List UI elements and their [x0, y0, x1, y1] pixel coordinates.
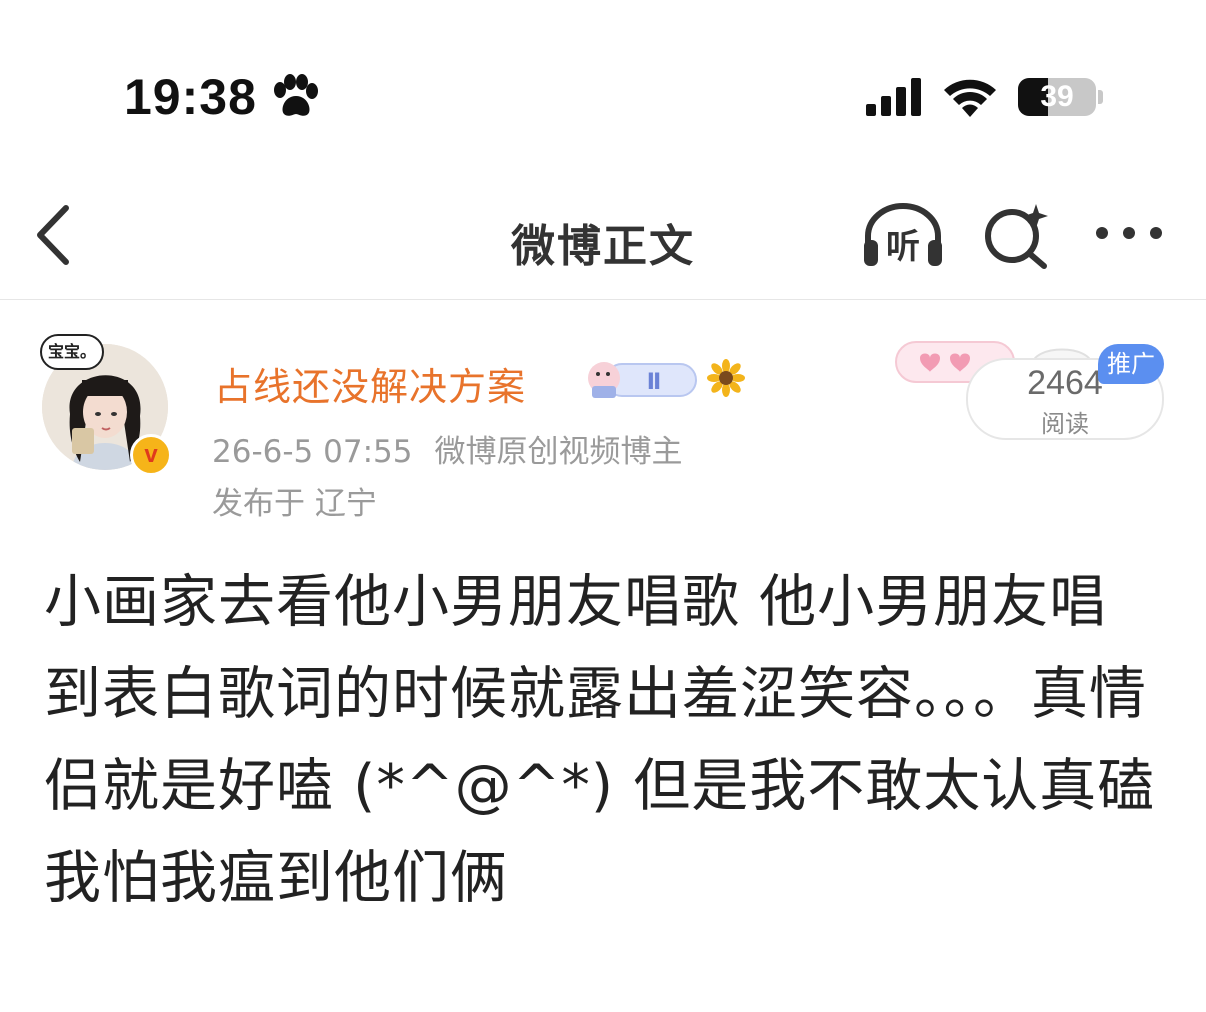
post-text: 小画家去看他小男朋友唱歌 他小男朋友唱到表白歌词的时候就露出羞涩笑容。。。真情侣… — [44, 569, 1156, 911]
author-tag[interactable]: 微博原创视频博主 — [434, 434, 682, 470]
listen-headphones-icon: 听 — [864, 203, 942, 267]
status-bar: 19:38 39 — [0, 0, 1206, 150]
post-location: 发布于 辽宁 — [212, 486, 377, 522]
more-icon[interactable] — [1092, 218, 1166, 248]
level-badge-text: Ⅱ — [647, 370, 662, 395]
battery-level: 39 — [1040, 80, 1074, 113]
post-timestamp: 26-6-5 07:55 — [212, 434, 413, 470]
promo-tag[interactable]: 推广 — [1098, 344, 1164, 384]
wifi-icon — [944, 79, 996, 117]
listen-label: 听 — [886, 227, 920, 267]
status-clock: 19:38 — [124, 69, 257, 125]
search-sparkle-icon[interactable] — [982, 200, 1052, 270]
verified-icon: v — [130, 434, 172, 476]
avatar-badge-bubble: 宝宝。 — [40, 334, 104, 370]
signal-icon — [866, 78, 921, 116]
username[interactable]: 占线还没解决方案 — [214, 356, 526, 411]
listen-button[interactable]: 听 — [860, 200, 946, 270]
read-label: 阅读 — [1041, 410, 1089, 438]
level-badge-icon: Ⅱ — [588, 362, 697, 398]
battery-icon: 39 — [1018, 78, 1103, 116]
post-meta: 26-6-5 07:55 微博原创视频博主 — [212, 426, 682, 471]
paw-icon — [274, 74, 318, 116]
nav-bar: 微博正文 听 — [0, 170, 1206, 300]
sunflower-icon — [707, 359, 745, 397]
